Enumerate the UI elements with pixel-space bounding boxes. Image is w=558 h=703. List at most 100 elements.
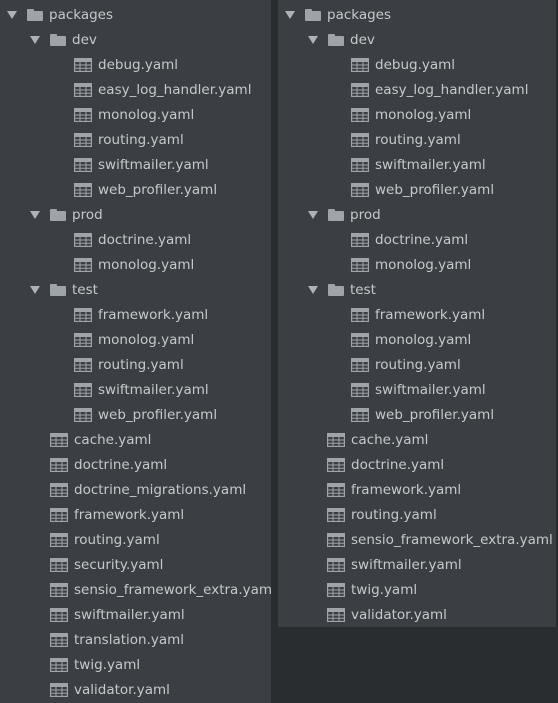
file-label: framework.yaml: [74, 506, 185, 523]
yaml-file-icon: [351, 158, 369, 172]
expanded-arrow-icon[interactable]: [30, 211, 40, 219]
tree-file-row[interactable]: framework.yaml: [50, 503, 184, 528]
tree-file-row[interactable]: sensio_framework_extra.yaml: [327, 528, 553, 553]
tree-file-row[interactable]: routing.yaml: [351, 128, 461, 153]
tree-file-row[interactable]: cache.yaml: [327, 428, 428, 453]
tree-file-row[interactable]: framework.yaml: [74, 303, 208, 328]
tree-file-row[interactable]: routing.yaml: [351, 353, 461, 378]
tree-folder-row[interactable]: packages: [7, 3, 113, 28]
expanded-arrow-icon[interactable]: [308, 211, 318, 219]
tree-file-row[interactable]: doctrine.yaml: [327, 453, 444, 478]
file-label: twig.yaml: [74, 656, 141, 673]
file-label: swiftmailer.yaml: [375, 381, 486, 398]
expanded-arrow-icon[interactable]: [30, 36, 40, 44]
tree-file-row[interactable]: twig.yaml: [50, 653, 140, 678]
file-label: cache.yaml: [74, 431, 152, 448]
tree-file-row[interactable]: swiftmailer.yaml: [351, 153, 486, 178]
tree-file-row[interactable]: monolog.yaml: [351, 253, 471, 278]
yaml-file-icon: [351, 358, 369, 372]
yaml-file-icon: [50, 583, 68, 597]
yaml-file-icon: [351, 408, 369, 422]
yaml-file-icon: [351, 108, 369, 122]
tree-file-row[interactable]: web_profiler.yaml: [74, 403, 217, 428]
tree-folder-row[interactable]: test: [30, 278, 98, 303]
yaml-file-icon: [351, 333, 369, 347]
right-file-tree-panel: packages dev debug.yaml easy_log_handler.ya…: [278, 0, 556, 627]
tree-file-row[interactable]: swiftmailer.yaml: [74, 378, 209, 403]
tree-file-row[interactable]: web_profiler.yaml: [74, 178, 217, 203]
tree-file-row[interactable]: doctrine.yaml: [74, 228, 191, 253]
expanded-arrow-icon[interactable]: [308, 36, 318, 44]
yaml-file-icon: [50, 608, 68, 622]
expanded-arrow-icon[interactable]: [7, 11, 17, 19]
tree-file-row[interactable]: validator.yaml: [50, 678, 170, 703]
tree-file-row[interactable]: monolog.yaml: [74, 253, 194, 278]
file-label: translation.yaml: [74, 631, 185, 648]
tree-file-row[interactable]: monolog.yaml: [351, 103, 471, 128]
expanded-arrow-icon[interactable]: [285, 11, 295, 19]
file-label: routing.yaml: [375, 356, 461, 373]
left-file-tree-panel: packages dev debug.yaml easy_log_handler.ya…: [0, 0, 276, 703]
yaml-file-icon: [74, 83, 92, 97]
tree-file-row[interactable]: translation.yaml: [50, 628, 184, 653]
tree-folder-row[interactable]: packages: [285, 3, 391, 28]
tree-folder-row[interactable]: test: [308, 278, 376, 303]
tree-file-row[interactable]: sensio_framework_extra.yaml: [50, 578, 276, 603]
file-label: routing.yaml: [98, 131, 184, 148]
tree-file-row[interactable]: swiftmailer.yaml: [351, 378, 486, 403]
yaml-file-icon: [74, 158, 92, 172]
tree-file-row[interactable]: debug.yaml: [74, 53, 178, 78]
tree-file-row[interactable]: swiftmailer.yaml: [327, 553, 462, 578]
tree-folder-row[interactable]: prod: [30, 203, 103, 228]
tree-file-row[interactable]: monolog.yaml: [351, 328, 471, 353]
yaml-file-icon: [327, 533, 345, 547]
folder-icon: [328, 209, 344, 221]
tree-file-row[interactable]: debug.yaml: [351, 53, 455, 78]
expanded-arrow-icon[interactable]: [308, 286, 318, 294]
yaml-file-icon: [351, 83, 369, 97]
file-label: sensio_framework_extra.yaml: [351, 531, 553, 548]
tree-file-row[interactable]: security.yaml: [50, 553, 163, 578]
yaml-file-icon: [74, 233, 92, 247]
folder-icon: [50, 209, 66, 221]
tree-file-row[interactable]: doctrine.yaml: [50, 453, 167, 478]
file-label: doctrine.yaml: [375, 231, 469, 248]
yaml-file-icon: [74, 383, 92, 397]
folder-icon: [328, 284, 344, 296]
yaml-file-icon: [351, 183, 369, 197]
yaml-file-icon: [74, 408, 92, 422]
yaml-file-icon: [327, 433, 345, 447]
tree-file-row[interactable]: swiftmailer.yaml: [74, 153, 209, 178]
file-label: twig.yaml: [351, 581, 418, 598]
tree-file-row[interactable]: easy_log_handler.yaml: [351, 78, 528, 103]
tree-file-row[interactable]: routing.yaml: [327, 503, 437, 528]
tree-folder-row[interactable]: dev: [30, 28, 97, 53]
tree-file-row[interactable]: routing.yaml: [74, 128, 184, 153]
tree-file-row[interactable]: framework.yaml: [327, 478, 461, 503]
yaml-file-icon: [351, 133, 369, 147]
tree-file-row[interactable]: doctrine.yaml: [351, 228, 468, 253]
expanded-arrow-icon[interactable]: [30, 286, 40, 294]
file-label: monolog.yaml: [375, 256, 472, 273]
yaml-file-icon: [50, 658, 68, 672]
folder-label: test: [72, 281, 98, 298]
tree-file-row[interactable]: monolog.yaml: [74, 103, 194, 128]
tree-file-row[interactable]: routing.yaml: [50, 528, 160, 553]
yaml-file-icon: [50, 533, 68, 547]
tree-file-row[interactable]: cache.yaml: [50, 428, 151, 453]
tree-file-row[interactable]: doctrine_migrations.yaml: [50, 478, 246, 503]
tree-folder-row[interactable]: dev: [308, 28, 375, 53]
tree-file-row[interactable]: swiftmailer.yaml: [50, 603, 185, 628]
yaml-file-icon: [50, 433, 68, 447]
tree-file-row[interactable]: framework.yaml: [351, 303, 485, 328]
tree-file-row[interactable]: monolog.yaml: [74, 328, 194, 353]
tree-file-row[interactable]: easy_log_handler.yaml: [74, 78, 251, 103]
tree-file-row[interactable]: routing.yaml: [74, 353, 184, 378]
tree-file-row[interactable]: web_profiler.yaml: [351, 403, 494, 428]
tree-folder-row[interactable]: prod: [308, 203, 381, 228]
tree-file-row[interactable]: twig.yaml: [327, 578, 417, 603]
folder-label: prod: [350, 206, 381, 223]
yaml-file-icon: [50, 633, 68, 647]
tree-file-row[interactable]: validator.yaml: [327, 603, 447, 628]
tree-file-row[interactable]: web_profiler.yaml: [351, 178, 494, 203]
